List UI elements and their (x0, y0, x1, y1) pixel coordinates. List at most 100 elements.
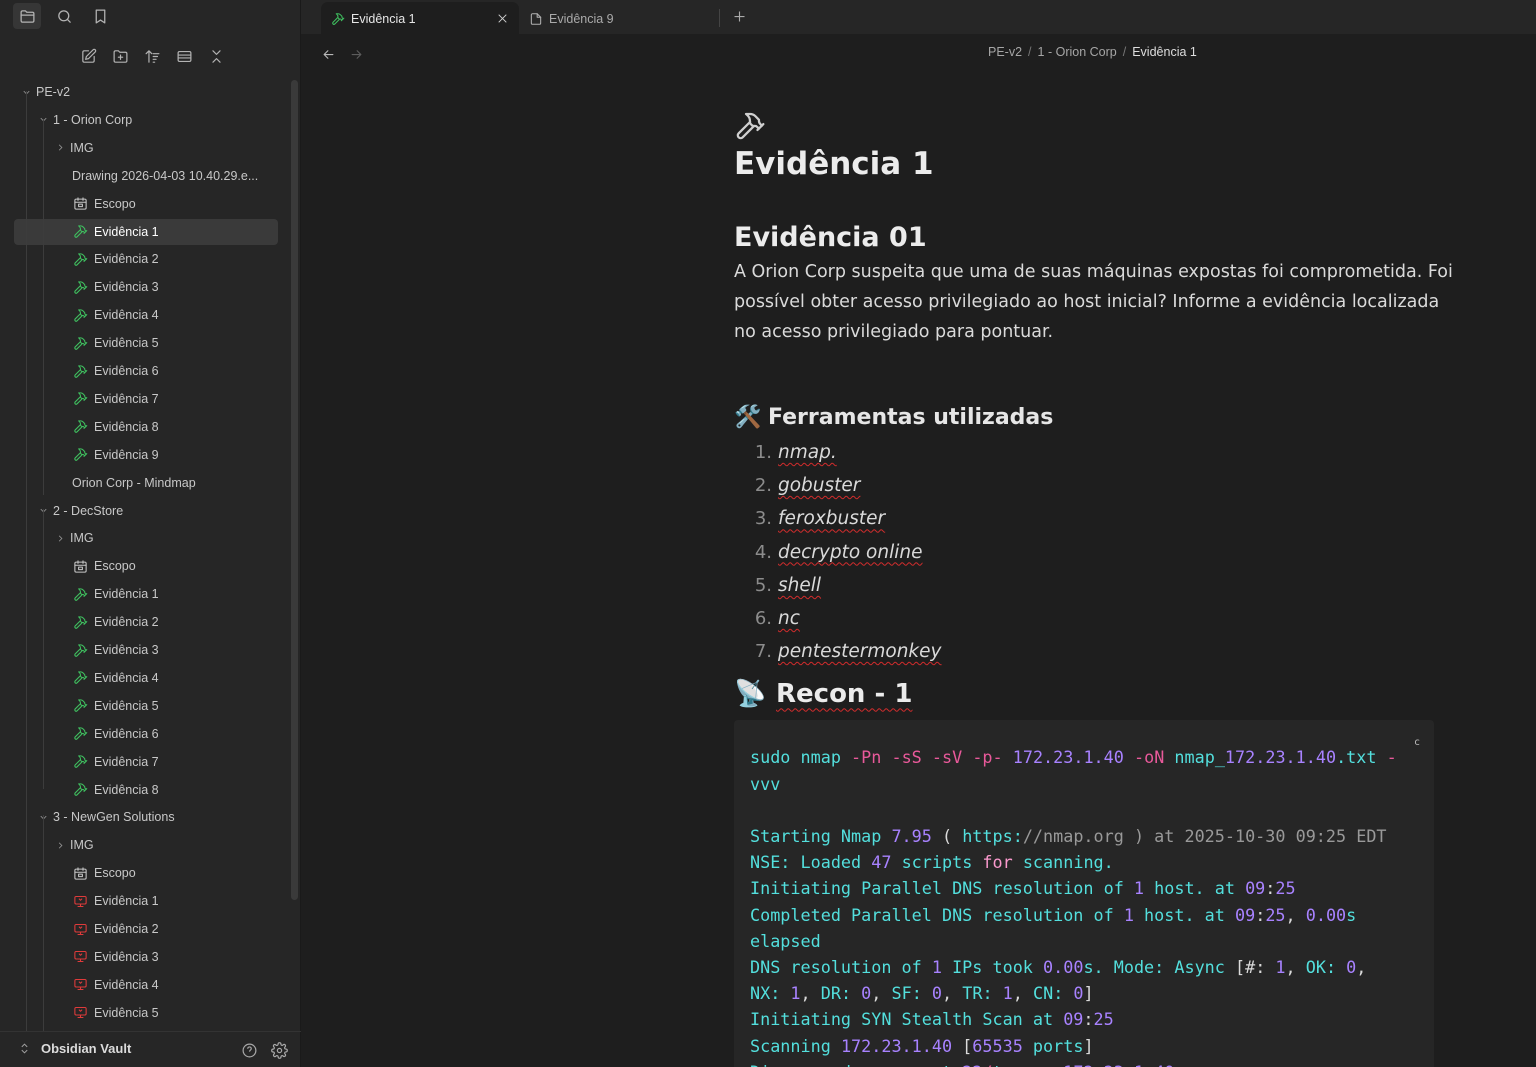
hammer-icon (72, 670, 88, 686)
tree-item[interactable]: Evidência 7 (72, 386, 159, 412)
tree-item[interactable]: Evidência 2 (72, 609, 159, 635)
tree-item[interactable]: Evidência 3 (72, 637, 159, 663)
chevron-right-icon[interactable] (53, 531, 67, 545)
code-block[interactable]: c sudo nmap -Pn -sS -sV -p- 172.23.1.40 … (734, 720, 1434, 1067)
tree-item[interactable]: Evidência 1 (72, 581, 159, 607)
new-folder-icon[interactable] (109, 45, 131, 67)
tree-item-label: Evidência 4 (94, 977, 159, 992)
help-icon[interactable] (239, 1040, 259, 1060)
tree-item-label: Drawing 2026-04-03 10.40.29.e... (72, 168, 259, 183)
code-token: scripts (891, 852, 983, 873)
indent-guide (43, 509, 44, 789)
file-explorer: PE-v2 1 - Orion Corp IMG Drawing 2026-04-03… (0, 34, 301, 1067)
forward-arrow-icon[interactable] (346, 44, 366, 64)
tree-item[interactable]: Evidência 5 (72, 330, 159, 356)
tree-item[interactable]: Evidência 8 (72, 777, 159, 803)
monitor-icon (72, 893, 88, 909)
new-tab-button[interactable] (728, 5, 750, 27)
code-line: elapsed (750, 928, 1418, 954)
tree-item[interactable]: Evidência 5 (72, 693, 159, 719)
recon-heading-text: Recon - 1 (776, 679, 913, 710)
tree-item[interactable]: Evidência 4 (72, 302, 159, 328)
tree-item-label: Evidência 3 (94, 949, 159, 964)
tree-item[interactable]: Evidência 6 (72, 358, 159, 384)
tree-item-label: Evidência 1 (94, 224, 159, 239)
file-tree: PE-v2 1 - Orion Corp IMG Drawing 2026-04-03… (0, 78, 290, 1032)
satellite-dish-icon: 📡 (734, 679, 767, 710)
tree-item[interactable]: Evidência 2 (72, 916, 159, 942)
settings-gear-icon[interactable] (269, 1040, 289, 1060)
tree-item[interactable]: Evidência 2 (72, 246, 159, 272)
tree-item[interactable]: Orion Corp - Mindmap (72, 470, 196, 496)
monitor-icon (72, 977, 88, 993)
chevron-right-icon[interactable] (53, 141, 67, 155)
tree-item[interactable]: Evidência 1 (72, 888, 159, 914)
vault-switcher[interactable]: Obsidian Vault (18, 1041, 131, 1056)
indent-guide (43, 815, 44, 1032)
tool-name: shell (778, 574, 822, 596)
tree-item[interactable]: Evidência 6 (72, 721, 159, 747)
code-token: elapsed (750, 930, 821, 951)
tree-item[interactable]: Escopo (72, 191, 136, 217)
tree-item-label: Evidência 7 (94, 754, 159, 769)
back-arrow-icon[interactable] (318, 44, 338, 64)
tree-item[interactable]: Evidência 3 (72, 944, 159, 970)
hammer-icon (72, 419, 88, 435)
tree-item[interactable]: Escopo (72, 553, 136, 579)
search-icon[interactable] (50, 3, 78, 29)
breadcrumb-current[interactable]: Evidência 1 (1132, 45, 1197, 59)
note-title[interactable]: Evidência 1 (734, 144, 1454, 184)
auto-reveal-icon[interactable] (173, 45, 195, 67)
tree-item[interactable]: 2 - DecStore (36, 498, 123, 524)
tab-label: Evidência 9 (549, 11, 614, 26)
tree-item-label: IMG (70, 531, 94, 546)
tree-item[interactable]: Evidência 4 (72, 665, 159, 691)
close-icon[interactable] (493, 10, 511, 28)
tree-item[interactable]: Evidência 7 (72, 749, 159, 775)
sidebar-scrollbar[interactable] (291, 80, 298, 900)
breadcrumb-folder[interactable]: 1 - Orion Corp (1038, 45, 1117, 59)
tree-item[interactable]: Drawing 2026-04-03 10.40.29.e... (72, 163, 258, 189)
bookmark-icon[interactable] (86, 3, 114, 29)
tree-item-label: Evidência 5 (94, 336, 159, 351)
files-icon[interactable] (13, 3, 41, 29)
breadcrumb-vault[interactable]: PE-v2 (988, 45, 1022, 59)
tab-divider (719, 9, 720, 27)
code-token: Initiating Parallel DNS resolution of (750, 878, 1134, 899)
code-token: //nmap.org ) at 2025-10-30 09:25 EDT (1022, 826, 1387, 847)
tree-item[interactable]: Evidência 8 (72, 414, 159, 440)
list-number: 3. (754, 508, 772, 530)
collapse-all-icon[interactable] (205, 45, 227, 67)
sort-icon[interactable] (141, 45, 163, 67)
code-token: 0.00 (1043, 957, 1084, 978)
tab-evidencia-9[interactable]: Evidência 9 (519, 2, 719, 35)
copy-code-button[interactable]: c (1414, 730, 1420, 756)
tree-item[interactable]: Evidência 3 (72, 274, 159, 300)
tree-item[interactable]: Evidência 9 (72, 442, 159, 468)
tree-item-label: Evidência 4 (94, 670, 159, 685)
tree-item-label: PE-v2 (36, 85, 71, 99)
new-note-icon[interactable] (77, 45, 99, 67)
ribbon-top (0, 0, 301, 34)
tree-item[interactable]: Evidência 4 (72, 972, 159, 998)
tree-item[interactable]: Escopo (72, 860, 136, 886)
code-token: : (1265, 878, 1276, 899)
tree-item[interactable]: Evidência 5 (72, 1000, 159, 1026)
tree-item[interactable]: 1 - Orion Corp (36, 107, 132, 133)
code-line: Discovered open port 22/tcp on 172.23.1.… (750, 1059, 1418, 1067)
chevron-right-icon[interactable] (53, 838, 67, 852)
tab-evidencia-1[interactable]: Evidência 1 (321, 2, 519, 35)
hammer-icon (72, 642, 88, 658)
tree-item[interactable]: IMG (53, 525, 94, 551)
tool-name: decrypto online (778, 541, 923, 563)
tree-item[interactable]: IMG (53, 832, 94, 858)
recon-heading: 📡 Recon - 1 (734, 674, 1454, 714)
tree-item[interactable]: 3 - NewGen Solutions (36, 804, 175, 830)
tree-item[interactable]: IMG (53, 135, 94, 161)
code-token: 172.23.1.40 (840, 1035, 953, 1056)
code-line: Scanning 172.23.1.40 [65535 ports] (750, 1033, 1418, 1059)
tree-item[interactable]: Evidência 1 (14, 218, 278, 245)
